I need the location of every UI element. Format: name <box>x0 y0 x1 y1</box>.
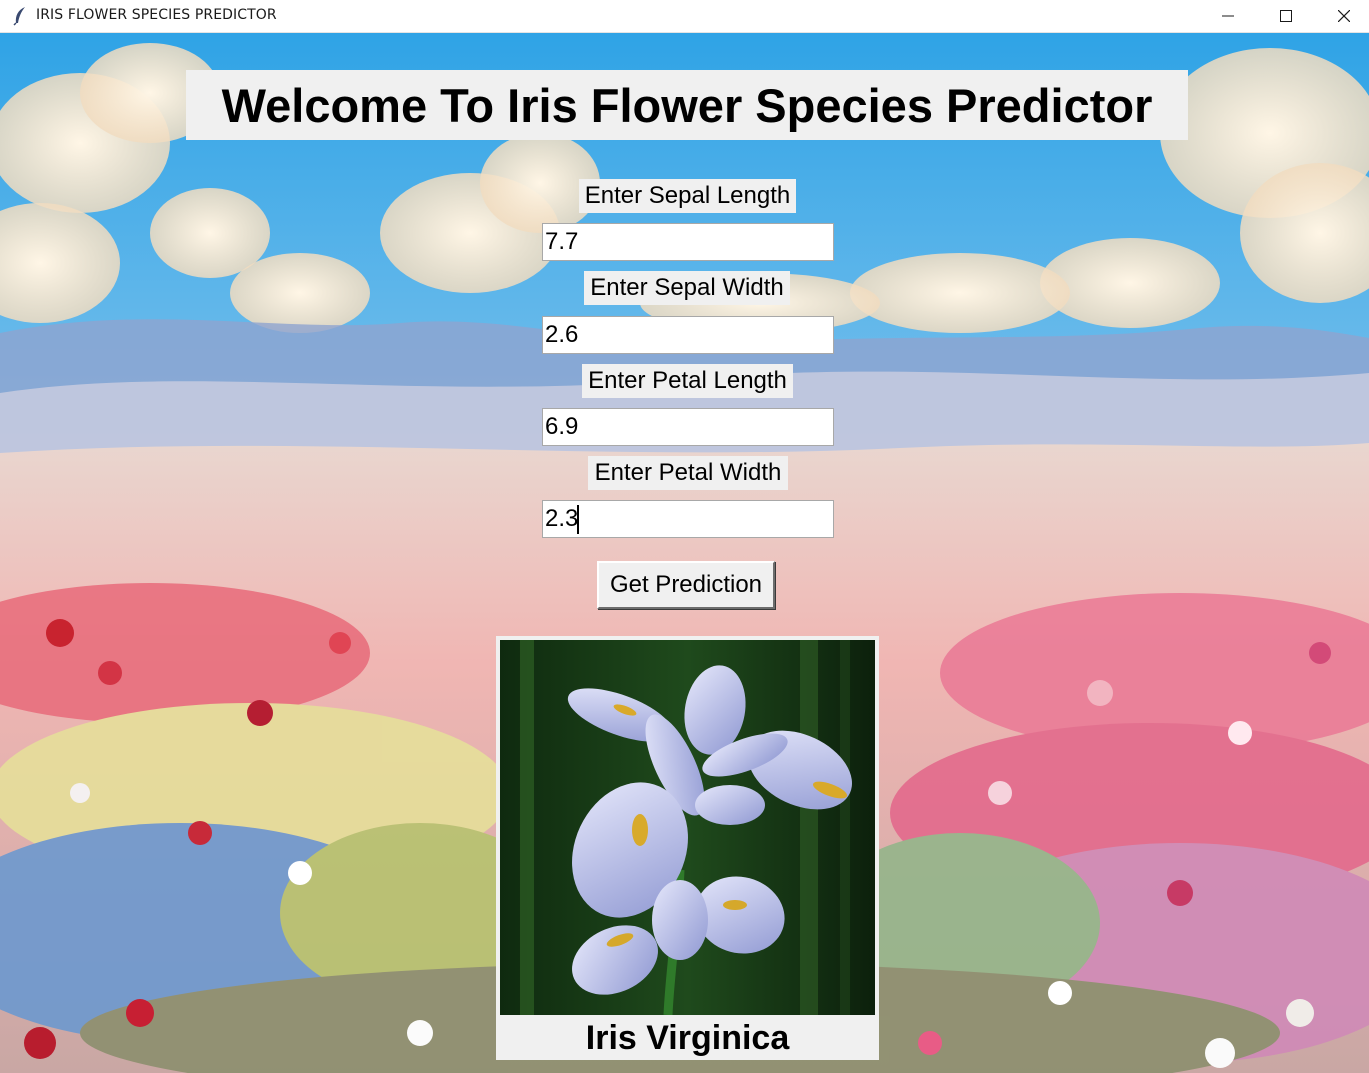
minimize-icon <box>1222 15 1234 17</box>
petal-width-input[interactable] <box>542 500 834 538</box>
feather-icon <box>12 6 28 26</box>
sepal-length-label: Enter Sepal Length <box>579 179 796 213</box>
window-title: IRIS FLOWER SPECIES PREDICTOR <box>36 7 277 23</box>
petal-length-input[interactable] <box>542 408 834 446</box>
minimize-button[interactable] <box>1199 0 1257 32</box>
sepal-length-input[interactable] <box>542 223 834 261</box>
result-panel: Iris Virginica <box>496 636 879 1060</box>
maximize-button[interactable] <box>1257 0 1315 32</box>
petal-length-label: Enter Petal Length <box>582 364 793 398</box>
close-button[interactable] <box>1315 0 1369 32</box>
close-icon <box>1338 10 1350 22</box>
page-title: Welcome To Iris Flower Species Predictor <box>186 70 1188 140</box>
maximize-icon <box>1280 10 1292 22</box>
sepal-width-input[interactable] <box>542 316 834 354</box>
sepal-width-label: Enter Sepal Width <box>584 271 790 305</box>
window-titlebar[interactable]: IRIS FLOWER SPECIES PREDICTOR <box>0 0 1369 33</box>
prediction-result: Iris Virginica <box>585 1018 790 1057</box>
get-prediction-button[interactable]: Get Prediction <box>597 561 775 609</box>
text-caret <box>577 505 579 534</box>
petal-width-label: Enter Petal Width <box>588 456 788 490</box>
iris-flower-image <box>500 640 875 1015</box>
